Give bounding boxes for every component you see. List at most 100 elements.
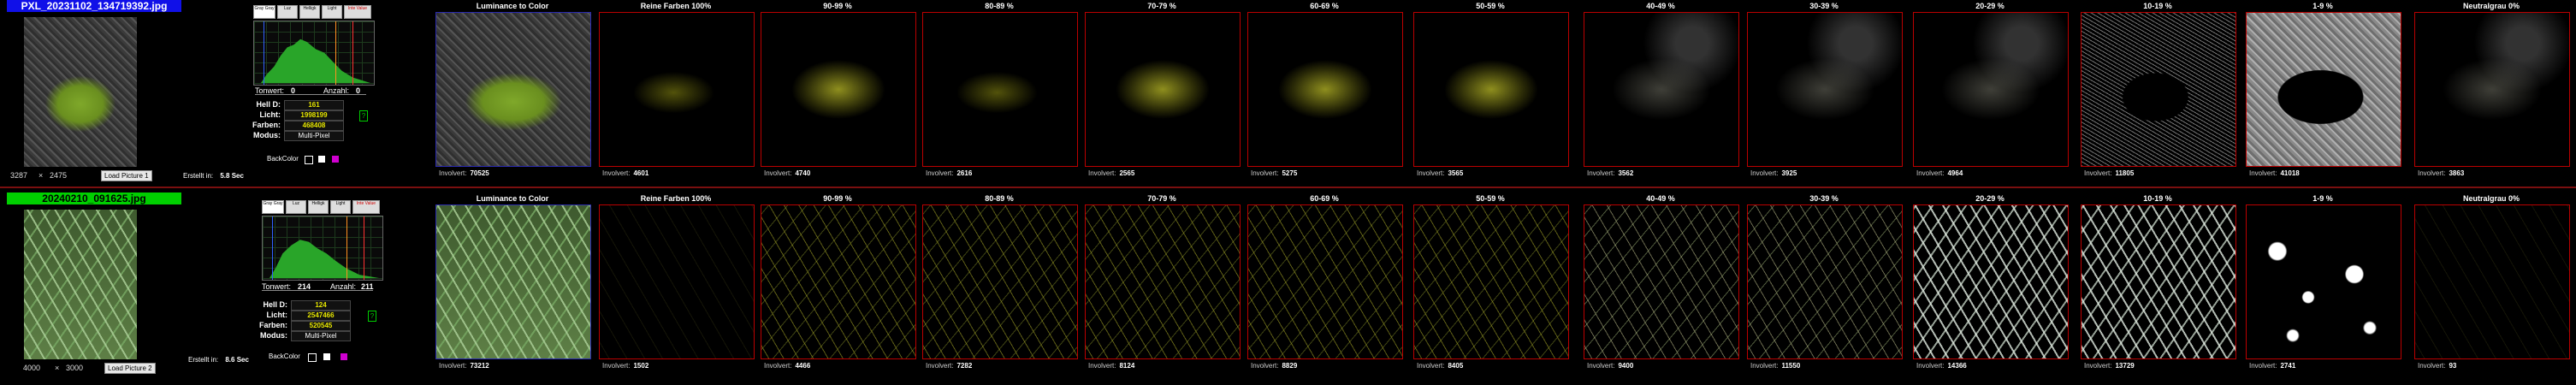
tab-inte-value[interactable]: Inte Value <box>352 200 380 214</box>
band-panel-image[interactable] <box>1584 204 1739 359</box>
help-question-button[interactable]: ? <box>368 311 376 322</box>
band-panel-title: 60-69 % <box>1310 2 1339 10</box>
luminance-histogram[interactable] <box>262 216 383 281</box>
source-photo-thumbnail <box>24 210 137 359</box>
load-picture-button[interactable]: Load Picture 2 <box>104 363 156 374</box>
band-panel-title: 90-99 % <box>823 2 852 10</box>
tab-light[interactable]: Light <box>322 5 342 19</box>
involvert-label: Involvert: <box>1251 169 1279 177</box>
band-panel-footer: Involvert: 2616 <box>926 169 972 177</box>
tab-luz[interactable]: Luz <box>277 5 298 19</box>
backcolor-white-swatch[interactable] <box>318 156 325 163</box>
histogram-marker-red <box>352 21 353 85</box>
tab-inte-value[interactable]: Inte Value <box>344 5 371 19</box>
band-image <box>1914 13 2068 166</box>
band-panel-image[interactable] <box>2414 12 2570 167</box>
farben-label: Farben: <box>252 121 281 129</box>
tab-gray[interactable]: Gray Gray <box>253 5 275 19</box>
erstellt-label: Erstellt in: <box>188 356 219 364</box>
band-panel-title: Reine Farben 100% <box>640 2 712 10</box>
band-panel-title: 70-79 % <box>1147 194 1176 203</box>
band-panel-footer: Involvert: 4466 <box>764 362 810 370</box>
involvert-value: 73212 <box>470 362 489 370</box>
file-title: PXL_20231102_134719392.jpg <box>7 0 181 12</box>
image-width: 3287 <box>10 171 28 180</box>
modus-value[interactable]: Multi-Pixel <box>291 331 351 341</box>
involvert-value: 4466 <box>795 362 811 370</box>
band-panel-image[interactable] <box>599 204 755 359</box>
band-panel-image[interactable] <box>2246 12 2401 167</box>
band-image <box>1414 205 1568 358</box>
band-panel-image[interactable] <box>922 12 1078 167</box>
band-panel-image[interactable] <box>922 204 1078 359</box>
involvert-label: Involvert: <box>1750 169 1779 177</box>
tab-luz[interactable]: Luz <box>286 200 306 214</box>
tab-helligk[interactable]: Helligk <box>299 5 320 19</box>
involvert-label: Involvert: <box>1587 362 1615 370</box>
tab-gray[interactable]: Gray Gray <box>262 200 284 214</box>
involvert-label: Involvert: <box>2249 169 2277 177</box>
band-panel-footer: Involvert: 3863 <box>2418 169 2464 177</box>
involvert-value: 9400 <box>1618 362 1634 370</box>
band-panel-title: 90-99 % <box>823 194 852 203</box>
band-panel-footer: Involvert: 73212 <box>439 362 489 370</box>
band-image <box>1748 13 1902 166</box>
band-image <box>1584 13 1738 166</box>
band-panel-footer: Involvert: 2741 <box>2249 362 2295 370</box>
band-image <box>436 205 590 358</box>
involvert-label: Involvert: <box>602 362 631 370</box>
modus-value[interactable]: Multi-Pixel <box>284 131 344 141</box>
band-panel-image[interactable] <box>1747 12 1903 167</box>
backcolor-black-swatch[interactable] <box>305 156 313 164</box>
backcolor-magenta-swatch[interactable] <box>341 353 347 360</box>
tab-helligk[interactable]: Helligk <box>308 200 329 214</box>
band-panel-image[interactable] <box>1085 12 1241 167</box>
involvert-label: Involvert: <box>926 362 954 370</box>
involvert-value: 3562 <box>1618 169 1634 177</box>
help-question-button[interactable]: ? <box>359 110 368 121</box>
band-panel-image[interactable] <box>1913 12 2069 167</box>
band-panel-image[interactable] <box>2081 204 2236 359</box>
involvert-label: Involvert: <box>1916 362 1945 370</box>
involvert-label: Involvert: <box>439 362 467 370</box>
band-panel-image[interactable] <box>1085 204 1241 359</box>
band-panel-footer: Involvert: 4740 <box>764 169 810 177</box>
histogram-panel: Gray Gray Luz Helligk Light Inte Value <box>262 200 383 281</box>
band-panel-footer: Involvert: 7282 <box>926 362 972 370</box>
modus-label: Modus: <box>260 331 287 340</box>
band-image <box>600 13 754 166</box>
band-image <box>436 13 590 166</box>
band-panel-image[interactable] <box>1247 204 1403 359</box>
band-panel-image[interactable] <box>2414 204 2570 359</box>
backcolor-white-swatch[interactable] <box>323 353 330 360</box>
band-panel-image[interactable] <box>1584 12 1739 167</box>
band-panel-title: 10-19 % <box>2143 194 2172 203</box>
luminance-to-color-panel[interactable] <box>435 12 591 167</box>
band-panel-image[interactable] <box>1413 204 1569 359</box>
tab-light[interactable]: Light <box>330 200 351 214</box>
band-panel-image[interactable] <box>1747 204 1903 359</box>
farben-value: 468408 <box>284 121 344 131</box>
band-panel-image[interactable] <box>761 204 916 359</box>
involvert-value: 41018 <box>2280 169 2300 177</box>
band-panel-image[interactable] <box>599 12 755 167</box>
band-panel-footer: Involvert: 14366 <box>1916 362 1967 370</box>
band-image <box>923 13 1077 166</box>
load-picture-button[interactable]: Load Picture 1 <box>101 170 152 181</box>
band-panel-title: Luminance to Color <box>476 194 549 203</box>
band-panel-image[interactable] <box>1247 12 1403 167</box>
backcolor-black-swatch[interactable] <box>308 353 317 362</box>
band-panel-image[interactable] <box>2081 12 2236 167</box>
involvert-label: Involvert: <box>1088 169 1116 177</box>
band-panel-image[interactable] <box>761 12 916 167</box>
involvert-value: 7282 <box>956 362 973 370</box>
band-panel-image[interactable] <box>1413 12 1569 167</box>
band-panel-image[interactable] <box>2246 204 2401 359</box>
licht-label: Licht: <box>266 311 288 319</box>
luminance-to-color-panel[interactable] <box>435 204 591 359</box>
involvert-value: 2565 <box>1119 169 1135 177</box>
luminance-histogram[interactable] <box>253 21 375 86</box>
backcolor-magenta-swatch[interactable] <box>332 156 339 163</box>
erstellt-value: 8.6 Sec <box>225 356 249 364</box>
band-panel-image[interactable] <box>1913 204 2069 359</box>
